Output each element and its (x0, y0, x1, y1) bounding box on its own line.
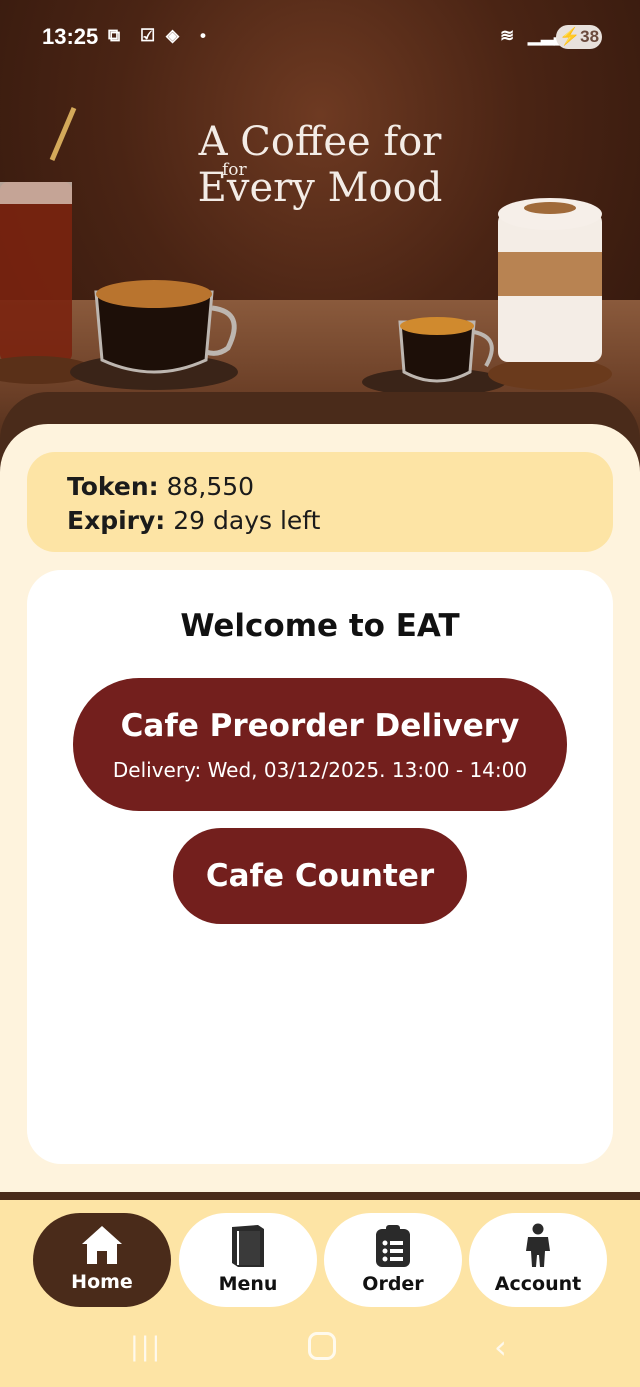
person-icon (526, 1223, 550, 1267)
wifi-icon: ≋ (500, 26, 515, 45)
recents-icon[interactable]: ||| (130, 1332, 162, 1362)
cafe-counter-button[interactable]: Cafe Counter (173, 828, 467, 924)
hero-title-line2: Every Mood (197, 165, 443, 211)
battery-icon: ⚡38 (556, 25, 602, 49)
welcome-card: Welcome to EAT Cafe Preorder Delivery De… (27, 570, 613, 1164)
nav-menu[interactable]: Menu (179, 1213, 317, 1307)
counter-label: Cafe Counter (205, 858, 435, 894)
nav-home[interactable]: Home (33, 1213, 171, 1307)
clipboard-icon (376, 1225, 410, 1267)
home-system-icon[interactable] (308, 1332, 336, 1360)
screenshot-icon: ⧉ (108, 26, 121, 45)
espresso-cup-illustration (70, 280, 238, 390)
preorder-delivery-time: Delivery: Wed, 03/12/2025. 13:00 - 14:00 (112, 758, 528, 782)
expiry-row: Expiry: 29 days left (67, 504, 613, 538)
token-label: Token: (67, 472, 159, 501)
preorder-label: Cafe Preorder Delivery (120, 708, 520, 744)
home-icon (82, 1226, 122, 1264)
token-row: Token: 88,550 (67, 470, 613, 504)
status-time: 13:25 (42, 24, 99, 49)
checkbox-icon: ☑ (140, 26, 156, 45)
nav-home-label: Home (71, 1271, 133, 1293)
nav-order-label: Order (362, 1273, 424, 1295)
token-value: 88,550 (166, 472, 255, 501)
expiry-label: Expiry: (67, 506, 166, 535)
book-icon (232, 1225, 264, 1267)
system-nav-bar: ||| ‹ (0, 1328, 640, 1368)
hero-title: A Coffee for for Every Mood (0, 122, 640, 208)
expiry-value: 29 days left (173, 506, 321, 535)
latte-glass-illustration (488, 198, 612, 390)
diamond-icon: ◈ (166, 26, 180, 45)
nav-account[interactable]: Account (469, 1213, 607, 1307)
hero-banner: A Coffee for for Every Mood 13:25 ⧉ ☑ ◈ … (0, 0, 640, 460)
nav-order[interactable]: Order (324, 1213, 462, 1307)
nav-account-label: Account (494, 1273, 582, 1295)
cafe-preorder-delivery-button[interactable]: Cafe Preorder Delivery Delivery: Wed, 03… (73, 678, 567, 811)
battery-level: 38 (580, 27, 600, 46)
hero-title-small: for (222, 160, 247, 180)
back-icon[interactable]: ‹ (494, 1328, 507, 1366)
nav-menu-label: Menu (218, 1273, 278, 1295)
dot-icon: • (200, 26, 206, 45)
token-card: Token: 88,550 Expiry: 29 days left (27, 452, 613, 552)
welcome-title: Welcome to EAT (180, 608, 460, 644)
status-bar: 13:25 ⧉ ☑ ◈ • ≋ ▁▂▃ ⚡38 (0, 0, 640, 72)
hero-title-line1: A Coffee for (198, 119, 442, 165)
